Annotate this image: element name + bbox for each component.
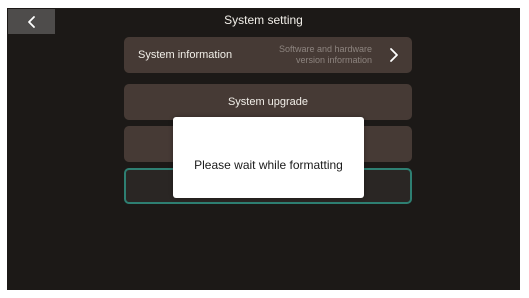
page-title: System setting (224, 13, 303, 27)
system-upgrade-label: System upgrade (227, 96, 309, 108)
system-information-label: System information (138, 49, 233, 61)
description-line-1: Software and hardware (278, 44, 372, 54)
formatting-dialog: Please wait while formatting (173, 117, 364, 198)
description-line-2: version information (295, 55, 372, 65)
dialog-message: Please wait while formatting (194, 157, 343, 172)
system-information-description: Software and hardware version informatio… (279, 44, 372, 66)
system-upgrade-button[interactable]: System upgrade (124, 84, 412, 120)
settings-screen: System setting System information Softwa… (7, 8, 520, 290)
device-frame: System setting System information Softwa… (0, 0, 529, 298)
chevron-right-icon (390, 48, 398, 62)
system-information-item[interactable]: System information Software and hardware… (124, 37, 412, 73)
